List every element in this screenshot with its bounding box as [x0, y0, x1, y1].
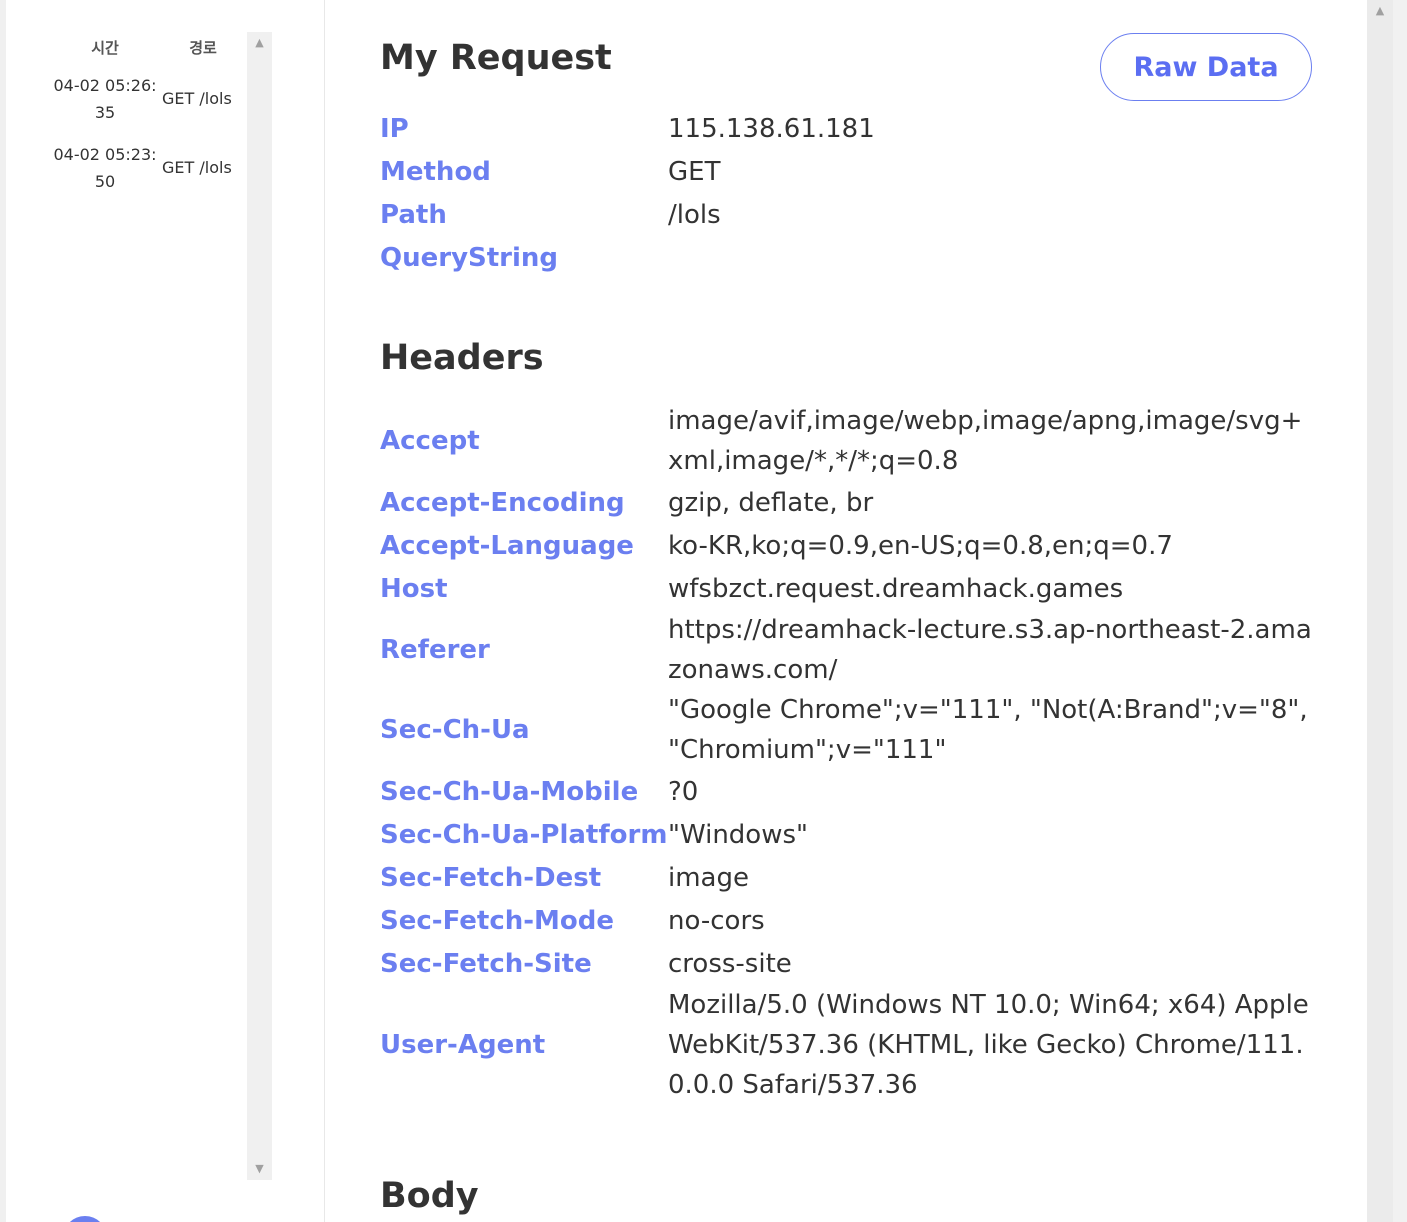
header-row: Referer https://dreamhack-lecture.s3.ap-…: [380, 610, 1315, 690]
time-column-header: 시간: [91, 38, 119, 57]
headers-list: Accept image/avif,image/webp,image/apng,…: [380, 401, 1315, 1105]
field-value: /lols: [668, 199, 721, 230]
request-fields: IP 115.138.61.181 Method GET Path /lols …: [380, 107, 1315, 279]
header-key: User-Agent: [380, 1030, 546, 1060]
floating-action-button[interactable]: [63, 1216, 107, 1222]
scroll-up-arrow-icon[interactable]: ▲: [1367, 0, 1393, 22]
log-row[interactable]: 04-02 05:26:35 GET /lols: [50, 64, 246, 133]
field-key: IP: [380, 113, 409, 144]
log-row[interactable]: 04-02 05:23:50 GET /lols: [50, 133, 246, 202]
field-key: Method: [380, 156, 491, 187]
raw-data-button[interactable]: Raw Data: [1100, 33, 1312, 101]
request-log-sidebar: 시간 경로 04-02 05:26:35 GET /lols 04-02 05:…: [6, 0, 325, 1222]
sidebar-scrollbar[interactable]: ▲ ▼: [247, 32, 272, 1180]
header-value: no-cors: [668, 905, 765, 936]
header-key: Accept: [380, 426, 480, 456]
request-field-querystring: QueryString: [380, 236, 1315, 279]
header-value: image/avif,image/webp,image/apng,image/s…: [668, 406, 1303, 476]
body-title: Body: [380, 1176, 479, 1216]
header-row: Sec-Fetch-Site cross-site: [380, 942, 1315, 985]
header-key: Accept-Encoding: [380, 487, 625, 518]
header-row: Sec-Ch-Ua "Google Chrome";v="111", "Not(…: [380, 690, 1315, 770]
request-field-path: Path /lols: [380, 193, 1315, 236]
header-row: Sec-Fetch-Mode no-cors: [380, 899, 1315, 942]
header-value: Mozilla/5.0 (Windows NT 10.0; Win64; x64…: [668, 990, 1309, 1100]
header-row: Sec-Fetch-Dest image: [380, 856, 1315, 899]
path-column-header: 경로: [189, 38, 217, 57]
header-value: image: [668, 862, 749, 893]
request-field-ip: IP 115.138.61.181: [380, 107, 1315, 150]
page-scrollbar[interactable]: ▲: [1367, 0, 1407, 1222]
header-value: wfsbzct.request.dreamhack.games: [668, 573, 1124, 604]
header-key: Sec-Fetch-Dest: [380, 862, 602, 893]
log-time: 04-02 05:26:35: [53, 75, 157, 122]
log-table-header: 시간 경로: [50, 30, 246, 64]
header-value: https://dreamhack-lecture.s3.ap-northeas…: [668, 615, 1312, 685]
field-key: QueryString: [380, 242, 559, 273]
header-value: cross-site: [668, 948, 792, 979]
header-key: Sec-Fetch-Site: [380, 948, 592, 979]
scrollbar-thumb[interactable]: [1367, 0, 1393, 1222]
scrollbar-track[interactable]: [1393, 0, 1407, 1222]
my-request-title: My Request: [380, 38, 612, 78]
header-key: Host: [380, 573, 448, 604]
header-row: Sec-Ch-Ua-Platform "Windows": [380, 813, 1315, 856]
header-value: "Google Chrome";v="111", "Not(A:Brand";v…: [668, 695, 1308, 765]
header-key: Referer: [380, 635, 490, 665]
log-time: 04-02 05:23:50: [53, 144, 157, 191]
log-path: GET /lols: [162, 158, 232, 177]
header-row: Accept-Encoding gzip, deflate, br: [380, 481, 1315, 524]
header-value: ko-KR,ko;q=0.9,en-US;q=0.8,en;q=0.7: [668, 530, 1173, 561]
header-key: Accept-Language: [380, 530, 634, 561]
header-row: Host wfsbzct.request.dreamhack.games: [380, 567, 1315, 610]
header-row: Accept image/avif,image/webp,image/apng,…: [380, 401, 1315, 481]
header-key: Sec-Ch-Ua: [380, 715, 530, 745]
log-path: GET /lols: [162, 89, 232, 108]
scroll-down-arrow-icon[interactable]: ▼: [247, 1158, 272, 1180]
header-value: ?0: [668, 776, 699, 807]
request-log-table: 시간 경로 04-02 05:26:35 GET /lols 04-02 05:…: [50, 30, 246, 202]
field-value: 115.138.61.181: [668, 113, 875, 144]
headers-title: Headers: [380, 338, 544, 378]
request-detail: My Request Raw Data IP 115.138.61.181 Me…: [325, 0, 1367, 1222]
field-value: GET: [668, 156, 721, 187]
header-row: Sec-Ch-Ua-Mobile ?0: [380, 770, 1315, 813]
header-key: Sec-Fetch-Mode: [380, 905, 615, 936]
header-row: Accept-Language ko-KR,ko;q=0.9,en-US;q=0…: [380, 524, 1315, 567]
header-key: Sec-Ch-Ua-Platform: [380, 819, 668, 850]
scroll-up-arrow-icon[interactable]: ▲: [247, 32, 272, 54]
header-value: "Windows": [668, 819, 808, 850]
request-field-method: Method GET: [380, 150, 1315, 193]
header-row: User-Agent Mozilla/5.0 (Windows NT 10.0;…: [380, 985, 1315, 1105]
field-key: Path: [380, 199, 447, 230]
header-key: Sec-Ch-Ua-Mobile: [380, 776, 639, 807]
header-value: gzip, deflate, br: [668, 487, 874, 518]
